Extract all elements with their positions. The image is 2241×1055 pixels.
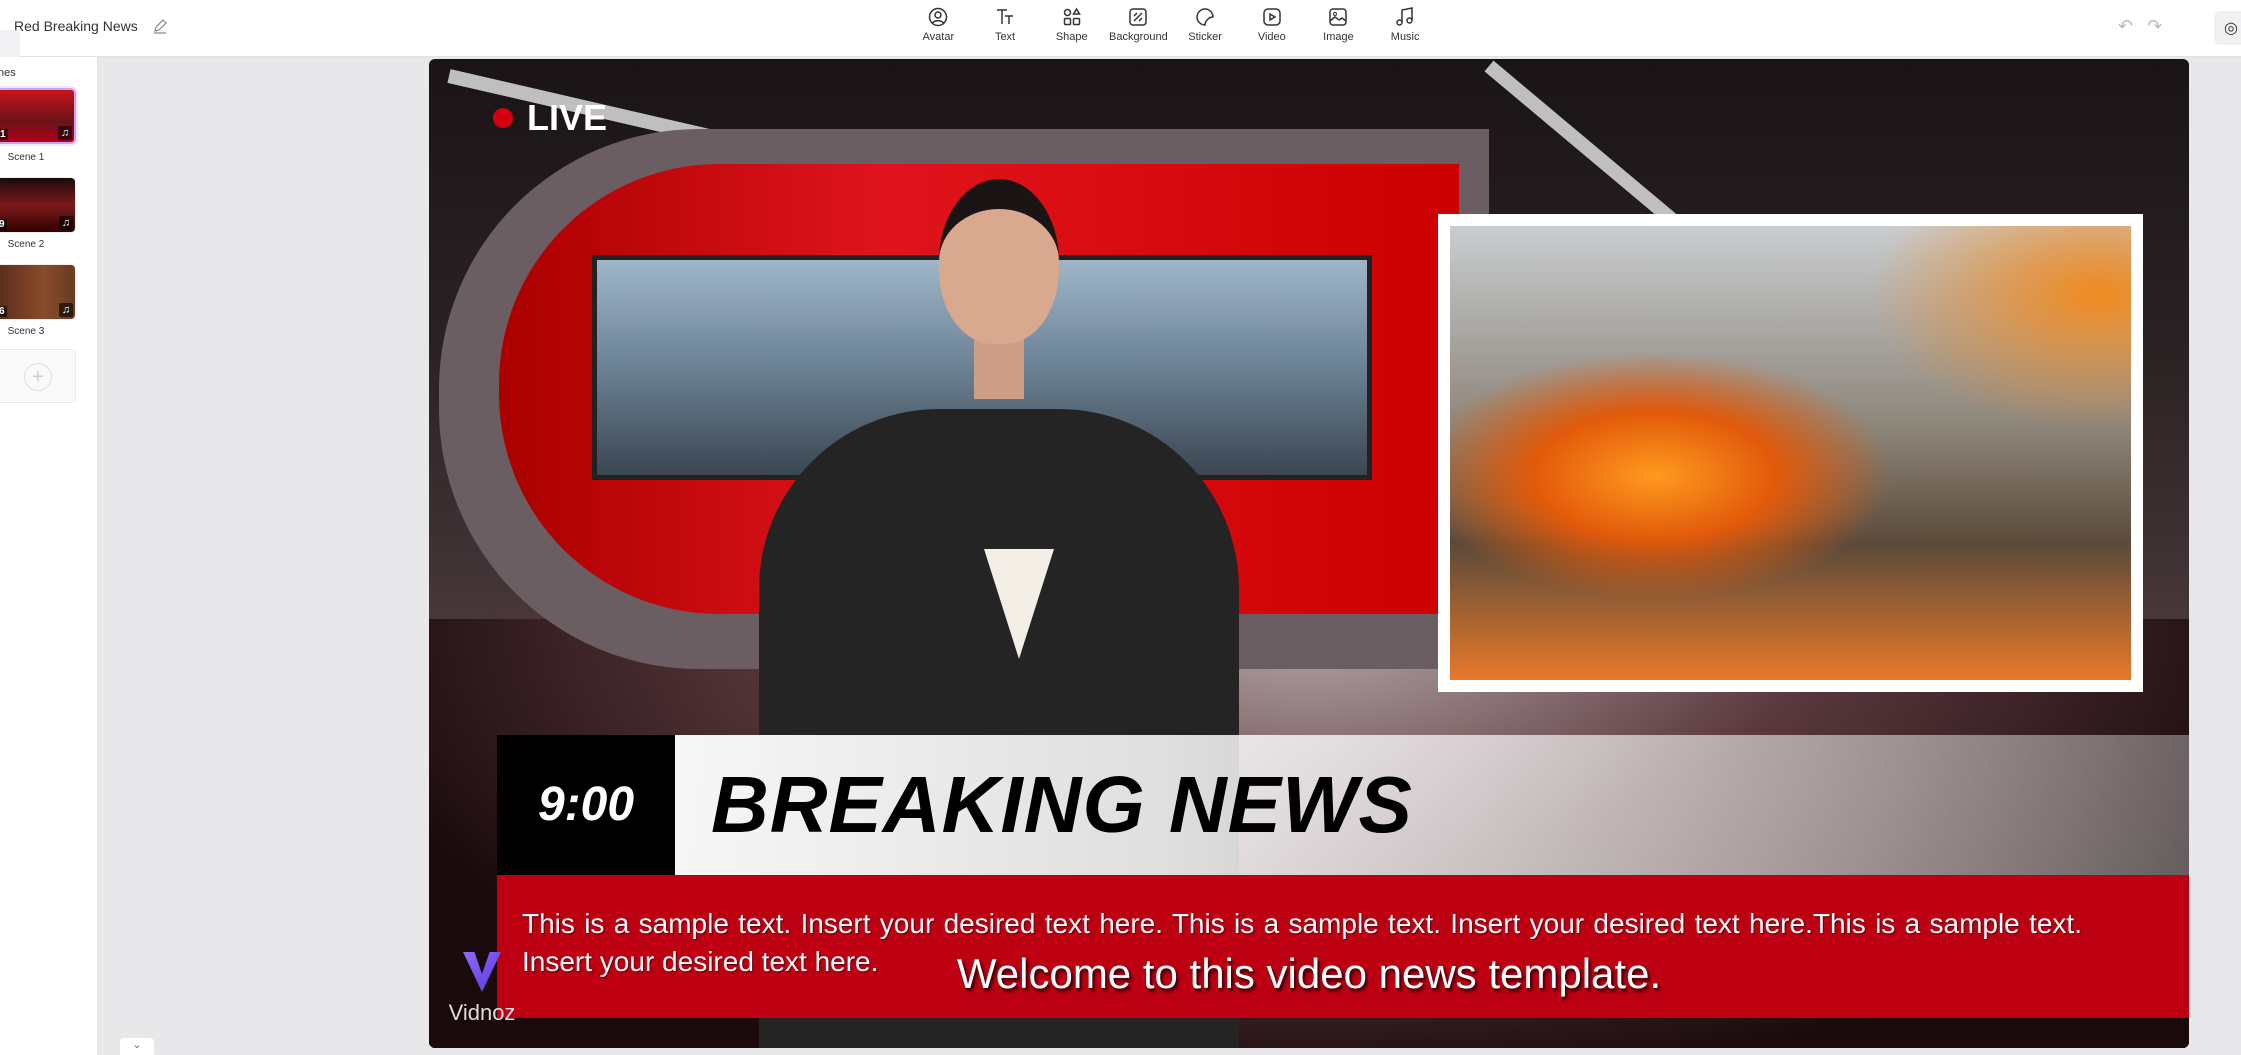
firefighters-photo bbox=[1450, 226, 2131, 680]
tool-shape[interactable]: Shape bbox=[1038, 6, 1105, 43]
vidnoz-watermark: Vidnoz bbox=[447, 952, 517, 1026]
scene-duration: 6 bbox=[0, 306, 7, 317]
edit-pencil-icon[interactable] bbox=[152, 18, 168, 34]
tool-avatar[interactable]: Avatar bbox=[905, 6, 972, 43]
live-indicator[interactable]: LIVE bbox=[493, 97, 607, 139]
add-scene-button[interactable]: + bbox=[0, 349, 76, 403]
video-icon bbox=[1263, 8, 1281, 26]
inset-image-firefighters[interactable] bbox=[1438, 214, 2143, 692]
shape-icon bbox=[1063, 7, 1081, 26]
tool-text[interactable]: Text bbox=[972, 6, 1039, 43]
scene-duration: 9 bbox=[0, 219, 7, 230]
tool-image[interactable]: Image bbox=[1305, 6, 1372, 43]
back-button[interactable] bbox=[0, 30, 20, 58]
tool-sticker[interactable]: Sticker bbox=[1172, 6, 1239, 43]
project-title-area: Red Breaking News bbox=[0, 18, 168, 58]
music-note-icon: ♫ bbox=[59, 303, 73, 317]
subtitle-caption[interactable]: Welcome to this video news template. bbox=[429, 950, 2189, 998]
preview-icon: ◎ bbox=[2224, 20, 2238, 37]
history-controls: ↶ ↷ bbox=[2118, 16, 2162, 37]
video-canvas[interactable]: LIVE 9:00 BREAKING NEWS This is a sample… bbox=[429, 59, 2189, 1048]
scene-duration: 1 bbox=[0, 129, 8, 140]
avatar-head bbox=[939, 179, 1059, 344]
live-dot-icon bbox=[493, 108, 513, 128]
background-icon bbox=[1129, 8, 1148, 26]
element-toolbar: Avatar Text Shape Background Sticker Vid… bbox=[905, 6, 1439, 43]
music-icon bbox=[1396, 7, 1413, 26]
scene-thumbnail-3[interactable]: 6 ♫ bbox=[0, 264, 76, 320]
chevron-down-icon: ⌄ bbox=[132, 1039, 142, 1051]
scene-label: Scene 3 bbox=[7, 326, 45, 337]
image-icon bbox=[1329, 8, 1348, 26]
preview-button[interactable]: ◎ bbox=[2214, 11, 2241, 45]
scene-label: Scene 1 bbox=[7, 152, 45, 163]
ceiling-light bbox=[1484, 60, 1693, 239]
scene-thumbnail-2[interactable]: 9 ♫ bbox=[0, 177, 76, 233]
vidnoz-logo-icon bbox=[463, 952, 501, 992]
tool-music[interactable]: Music bbox=[1372, 6, 1439, 43]
scenes-panel: nes 1 ♫ Scene 1 9 ♫ Scene 2 6 ♫ Scene 3 … bbox=[0, 57, 98, 1055]
scenes-title: nes bbox=[0, 67, 16, 79]
scene-thumbnail-1[interactable]: 1 ♫ bbox=[0, 88, 76, 144]
breaking-news-headline[interactable]: BREAKING NEWS bbox=[711, 735, 1413, 875]
tool-background[interactable]: Background bbox=[1105, 6, 1172, 43]
scene-label: Scene 2 bbox=[7, 239, 45, 250]
music-note-icon: ♫ bbox=[58, 126, 72, 140]
timeline-toggle[interactable]: ⌄ bbox=[120, 1038, 154, 1055]
redo-icon[interactable]: ↷ bbox=[2147, 16, 2162, 37]
project-title[interactable]: Red Breaking News bbox=[14, 18, 138, 34]
avatar-icon bbox=[929, 7, 948, 27]
tool-video[interactable]: Video bbox=[1238, 6, 1305, 43]
top-bar: Red Breaking News Avatar Text Shape Back… bbox=[0, 0, 2241, 58]
undo-icon[interactable]: ↶ bbox=[2118, 16, 2133, 37]
time-box[interactable]: 9:00 bbox=[497, 735, 675, 875]
sticker-icon bbox=[1196, 8, 1214, 26]
text-icon bbox=[997, 9, 1014, 24]
plus-icon: + bbox=[24, 363, 52, 391]
music-note-icon: ♫ bbox=[59, 216, 73, 230]
